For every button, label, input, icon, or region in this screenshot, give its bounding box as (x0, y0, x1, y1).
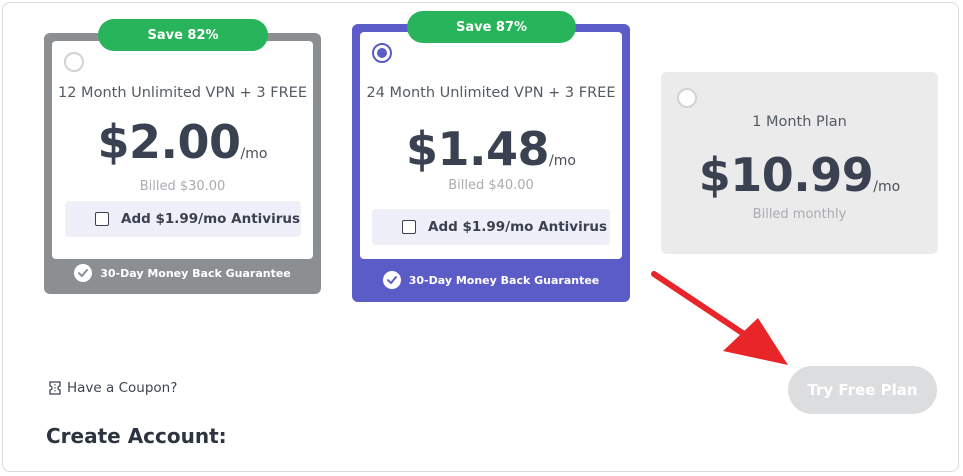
plan-card-body: 12 Month Unlimited VPN + 3 FREE $2.00/mo… (52, 41, 313, 259)
check-badge-icon (382, 271, 401, 289)
coupon-label: Have a Coupon? (67, 380, 178, 396)
billed-text: Billed monthly (752, 207, 847, 222)
red-arrow-icon (651, 271, 788, 365)
check-badge-icon (74, 264, 93, 282)
antivirus-checkbox[interactable] (95, 212, 109, 226)
guarantee-label: 30-Day Money Back Guarantee (100, 266, 291, 280)
create-account-heading: Create Account: (46, 424, 227, 448)
coupon-icon (49, 381, 61, 395)
plan-price: $10.99/mo (661, 148, 938, 202)
price-amount: $1.48 (406, 122, 550, 176)
antivirus-addon[interactable]: Add $1.99/mo Antivirus (372, 209, 610, 245)
antivirus-label: Add $1.99/mo Antivirus (428, 219, 608, 235)
price-amount: $10.99 (698, 148, 874, 202)
antivirus-addon[interactable]: Add $1.99/mo Antivirus (65, 201, 301, 237)
plan-name: 24 Month Unlimited VPN + 3 FREE (366, 85, 616, 101)
price-amount: $2.00 (97, 115, 242, 169)
billed-text: Billed $30.00 (139, 179, 226, 194)
coupon-link[interactable]: Have a Coupon? (47, 380, 177, 396)
plan-radio-24-month[interactable] (372, 43, 392, 63)
try-free-plan-button[interactable]: Try Free Plan (788, 366, 937, 414)
plan-card-body: 24 Month Unlimited VPN + 3 FREE $1.48/mo… (360, 32, 622, 259)
plan-radio-1-month[interactable] (677, 88, 697, 108)
price-period: /mo (873, 179, 901, 195)
plan-radio-12-month[interactable] (64, 52, 84, 72)
plan-name: 1 Month Plan (752, 114, 847, 130)
plan-price: $1.48/mo (360, 122, 622, 176)
money-back-guarantee: 30-Day Money Back Guarantee (44, 261, 321, 285)
save-badge: Save 87% (407, 11, 576, 43)
price-period: /mo (549, 153, 576, 169)
plan-name: 12 Month Unlimited VPN + 3 FREE (58, 85, 307, 101)
plan-price: $2.00/mo (52, 115, 313, 169)
antivirus-label: Add $1.99/mo Antivirus (121, 211, 301, 227)
plan-card-24-month[interactable]: 24 Month Unlimited VPN + 3 FREE $1.48/mo… (352, 24, 630, 302)
antivirus-checkbox[interactable] (402, 220, 416, 234)
save-badge: Save 82% (98, 19, 268, 51)
plan-card-1-month[interactable]: 1 Month Plan $10.99/mo Billed monthly (661, 72, 938, 254)
billed-text: Billed $40.00 (448, 178, 534, 193)
money-back-guarantee: 30-Day Money Back Guarantee (352, 268, 630, 292)
plan-card-12-month[interactable]: 12 Month Unlimited VPN + 3 FREE $2.00/mo… (44, 33, 321, 294)
price-period: /mo (240, 146, 268, 162)
guarantee-label: 30-Day Money Back Guarantee (408, 273, 600, 287)
